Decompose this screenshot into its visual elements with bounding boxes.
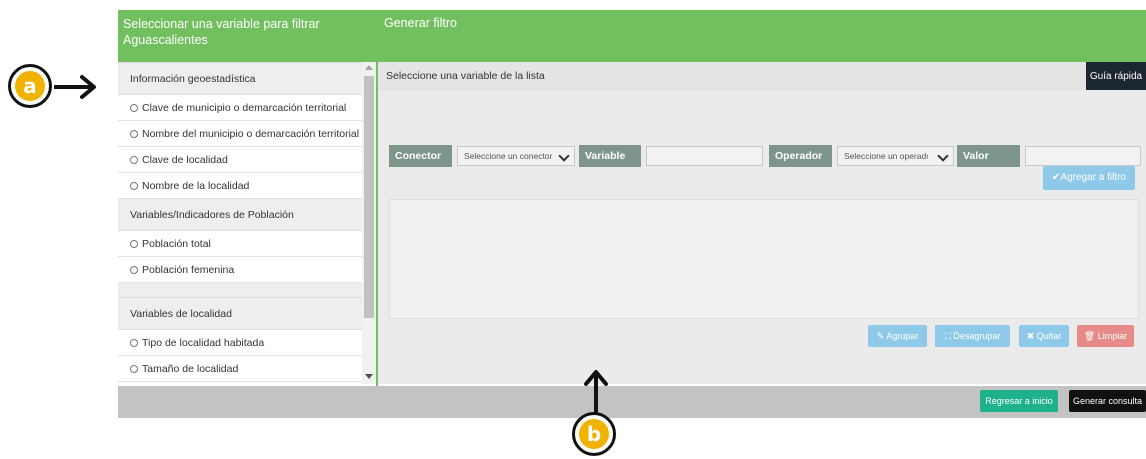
variable-option[interactable]: Población femenina [118,257,362,283]
ungroup-button[interactable]: ⛶ Desagrupar [935,325,1010,347]
quick-guide-button[interactable]: Guía rápida [1086,62,1146,90]
category-spacer [118,283,362,297]
variable-option-label: Clave de localidad [142,154,228,166]
radio-button[interactable] [130,266,138,274]
annotation-b-marker: b [572,412,616,456]
annotation-b-label: b [579,419,609,449]
variable-option-label: Nombre de la localidad [142,180,250,192]
variable-option-label: Tipo de localidad habitada [142,337,265,349]
ungroup-button-label: Desagrupar [953,331,1001,341]
radio-button[interactable] [130,130,138,138]
group-button[interactable]: ✎ Agrupar [868,325,927,347]
filter-expression-area[interactable] [389,199,1139,319]
trash-icon: 🗑 [1083,331,1096,341]
radio-button[interactable] [130,156,138,164]
operador-select[interactable]: Seleccione un operador [837,146,954,166]
variable-option[interactable]: Clave de municipio o demarcación territo… [118,95,362,121]
radio-button[interactable] [130,104,138,112]
variable-option[interactable]: Clave de localidad [118,147,362,173]
variable-option[interactable]: Tamaño de localidad [118,356,362,382]
radio-button[interactable] [130,339,138,347]
valor-label: Valor [957,145,1020,167]
remove-button[interactable]: ✖ Quitar [1019,325,1069,347]
radio-button[interactable] [130,365,138,373]
expand-icon: ⛶ [944,331,951,341]
variable-list-scrollbar[interactable] [362,62,376,384]
variable-input[interactable] [646,146,763,166]
radio-button[interactable] [130,182,138,190]
generate-query-button[interactable]: Generar consulta [1069,390,1146,412]
operador-select-value: Seleccione un operador [844,151,928,161]
remove-button-label: Quitar [1036,331,1062,341]
arrow-right-icon [54,75,96,99]
category-header: Variables de localidad [118,297,362,330]
category-label: Información geoestadística [130,73,256,85]
group-button-label: Agrupar [886,331,919,341]
chevron-down-icon [937,150,949,162]
conector-select[interactable]: Seleccione un conector [457,146,575,166]
selected-variable-prompt: Seleccione una variable de la lista [386,70,545,82]
variable-option-label: Tamaño de localidad [142,363,239,375]
filter-panel-header: Generar filtro [378,10,1146,62]
variable-panel-header: Seleccionar una variable para filtrar Ag… [118,10,376,62]
variable-list: Información geoestadística Clave de muni… [118,62,362,384]
clear-button[interactable]: 🗑 Limpiar [1077,325,1134,347]
variable-option[interactable]: Nombre del municipio o demarcación terri… [118,121,362,147]
scroll-thumb[interactable] [364,76,374,318]
chevron-down-icon [558,150,570,162]
category-header: Información geoestadística [118,62,362,95]
arrow-up-icon [584,370,608,416]
selected-variable-bar: Seleccione una variable de la lista [378,62,1146,90]
back-to-start-button[interactable]: Regresar a inicio [980,390,1058,412]
annotation-a-label: a [15,71,45,101]
category-label: Variables/Indicadores de Población [130,209,294,221]
variable-option-label: Clave de municipio o demarcación territo… [142,102,347,114]
variable-option[interactable]: Nombre de la localidad [118,173,362,199]
scroll-down-arrow-icon[interactable] [365,374,373,379]
variable-option[interactable]: Población total [118,231,362,257]
variable-option-label: Nombre del municipio o demarcación terri… [142,128,360,140]
variable-option[interactable]: Tipo de localidad habitada [118,330,362,356]
variable-option-label: Población total [142,238,211,250]
operador-label: Operador [769,145,832,167]
filter-panel-title: Generar filtro [384,16,457,30]
conector-label: Conector [389,145,452,167]
clear-button-label: Limpiar [1097,331,1128,341]
variable-option-label: Población femenina [142,264,235,276]
annotation-a-marker: a [8,64,52,108]
variable-panel-title: Seleccionar una variable para filtrar Ag… [123,17,320,47]
conector-select-value: Seleccione un conector [464,151,553,161]
variable-label: Variable [579,145,641,167]
close-icon: ✖ [1026,331,1035,341]
radio-button[interactable] [130,240,138,248]
pencil-icon: ✎ [876,331,885,341]
category-header: Variables/Indicadores de Población [118,198,362,231]
add-to-filter-button[interactable]: ✔Agregar a filtro [1043,166,1135,190]
category-label: Variables de localidad [130,308,232,320]
scroll-up-arrow-icon[interactable] [365,65,373,70]
valor-input[interactable] [1025,146,1141,166]
